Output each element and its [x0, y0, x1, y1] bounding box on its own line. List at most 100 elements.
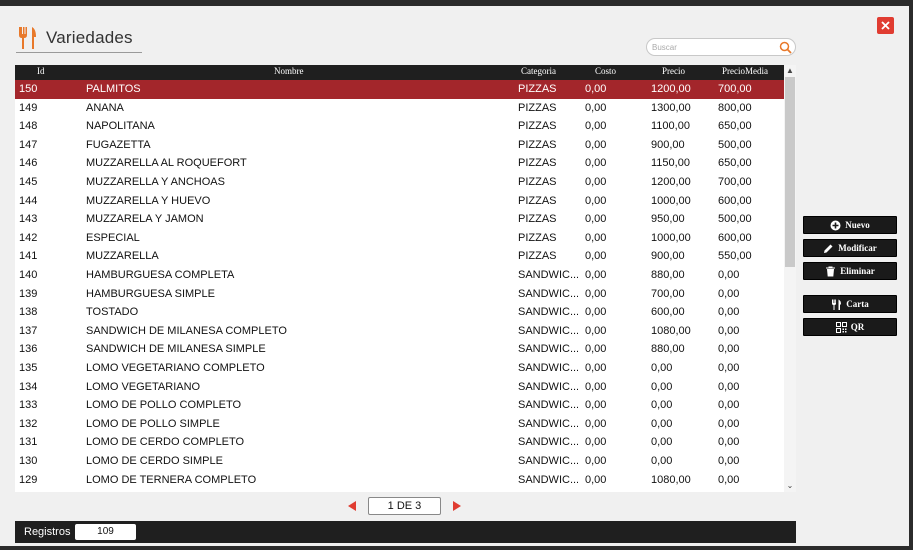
row-costo: 0,00 [585, 324, 607, 337]
table-row[interactable]: 138 TOSTADO SANDWIC... 0,00 600,00 0,00 [15, 303, 784, 322]
row-preciomedia: 650,00 [718, 157, 752, 170]
row-preciomedia: 650,00 [718, 120, 752, 133]
table-row[interactable]: 144 MUZZARELLA Y HUEVO PIZZAS 0,00 1000,00 60… [15, 192, 784, 211]
table-row[interactable]: 147 FUGAZETTA PIZZAS 0,00 900,00 500,00 [15, 136, 784, 155]
column-header-precio[interactable]: Precio [662, 66, 685, 76]
scroll-up-icon[interactable]: ▲ [784, 66, 796, 76]
row-categoria: SANDWIC... [518, 473, 578, 486]
table-row[interactable]: 137 SANDWICH DE MILANESA COMPLETO SANDWIC.… [15, 322, 784, 341]
table-row[interactable]: 150 PALMITOS PIZZAS 0,00 1200,00 700,00 [15, 80, 784, 99]
row-categoria: PIZZAS [518, 176, 557, 188]
scrollbar-thumb[interactable] [785, 77, 795, 267]
row-preciomedia: 0,00 [718, 343, 740, 356]
row-precio: 1200,00 [651, 83, 691, 95]
table-row[interactable]: 134 LOMO VEGETARIANO SANDWIC... 0,00 0,00 0,0… [15, 378, 784, 397]
table-row[interactable]: 148 NAPOLITANA PIZZAS 0,00 1100,00 650,00 [15, 117, 784, 136]
column-header-id[interactable]: Id [37, 66, 45, 76]
table-row[interactable]: 140 HAMBURGUESA COMPLETA SANDWIC... 0,00 880… [15, 266, 784, 285]
table-row[interactable]: 139 HAMBURGUESA SIMPLE SANDWIC... 0,00 700,0… [15, 285, 784, 304]
row-precio: 900,00 [651, 138, 685, 151]
trash-icon [826, 266, 836, 276]
table-row[interactable]: 132 LOMO DE POLLO SIMPLE SANDWIC... 0,00 0,0… [15, 415, 784, 434]
row-precio: 0,00 [651, 399, 673, 412]
registros-label: Registros [24, 526, 71, 538]
row-id: 139 [19, 287, 38, 300]
row-precio: 600,00 [651, 306, 685, 319]
modificar-label: Modificar [838, 243, 877, 253]
row-categoria: SANDWIC... [518, 324, 578, 337]
table-row[interactable]: 143 MUZZARELA Y JAMON PIZZAS 0,00 950,00 500,… [15, 210, 784, 229]
row-nombre: LOMO DE TERNERA COMPLETO [86, 473, 257, 486]
row-costo: 0,00 [585, 176, 607, 188]
page-indicator: 1 DE 3 [368, 497, 441, 515]
table-row[interactable]: 146 MUZZARELLA AL ROQUEFORT PIZZAS 0,00 1150… [15, 154, 784, 173]
plus-circle-icon [830, 220, 841, 230]
row-preciomedia: 0,00 [718, 362, 740, 374]
table-row[interactable]: 133 LOMO DE POLLO COMPLETO SANDWIC... 0,00 0… [15, 396, 784, 415]
table-row[interactable]: 136 SANDWICH DE MILANESA SIMPLE SANDWIC...… [15, 340, 784, 359]
row-categoria: SANDWIC... [518, 306, 578, 319]
table-row[interactable]: 131 LOMO DE CERDO COMPLETO SANDWIC... 0,00 0… [15, 433, 784, 452]
row-nombre: LOMO DE POLLO SIMPLE [86, 417, 220, 430]
vertical-scrollbar[interactable]: ▲ ⌄ [784, 65, 796, 492]
row-nombre: MUZZARELLA AL ROQUEFORT [86, 157, 247, 170]
row-id: 148 [19, 120, 38, 133]
row-categoria: PIZZAS [518, 120, 557, 133]
table-row[interactable]: 141 MUZZARELLA PIZZAS 0,00 900,00 550,00 [15, 247, 784, 266]
row-categoria: PIZZAS [518, 194, 557, 207]
row-categoria: PIZZAS [518, 157, 557, 170]
row-costo: 0,00 [585, 343, 607, 356]
row-costo: 0,00 [585, 380, 607, 393]
prev-page-icon[interactable] [346, 500, 358, 512]
carta-button[interactable]: Carta [803, 295, 897, 313]
dialog-header: Variedades [16, 24, 142, 53]
column-header-categoria[interactable]: Categoria [521, 66, 556, 76]
row-nombre: HAMBURGUESA SIMPLE [86, 287, 215, 300]
carta-label: Carta [846, 299, 869, 309]
row-preciomedia: 0,00 [718, 269, 740, 281]
nuevo-label: Nuevo [845, 220, 870, 230]
column-header-costo[interactable]: Costo [595, 66, 616, 76]
row-nombre: LOMO VEGETARIANO [86, 380, 201, 393]
status-bar: Registros 109 [15, 521, 796, 543]
row-id: 146 [19, 157, 38, 170]
row-precio: 1150,00 [651, 157, 690, 170]
search-box[interactable] [646, 38, 796, 56]
qr-button[interactable]: QR [803, 318, 897, 336]
row-preciomedia: 600,00 [718, 231, 752, 244]
row-preciomedia: 0,00 [718, 306, 740, 319]
search-icon[interactable] [779, 41, 792, 54]
search-input[interactable] [652, 40, 777, 54]
row-categoria: SANDWIC... [518, 362, 578, 374]
table-row[interactable]: 135 LOMO VEGETARIANO COMPLETO SANDWIC... 0,… [15, 359, 784, 378]
row-costo: 0,00 [585, 287, 607, 300]
pencil-icon [824, 244, 833, 253]
table-row[interactable]: 130 LOMO DE CERDO SIMPLE SANDWIC... 0,00 0,0… [15, 452, 784, 471]
table-row[interactable]: 142 ESPECIAL PIZZAS 0,00 1000,00 600,00 [15, 229, 784, 248]
eliminar-button[interactable]: Eliminar [803, 262, 897, 280]
column-header-nombre[interactable]: Nombre [274, 66, 304, 76]
row-precio: 950,00 [651, 213, 685, 226]
table-row[interactable]: 149 ANANA PIZZAS 0,00 1300,00 800,00 [15, 99, 784, 118]
row-preciomedia: 0,00 [718, 380, 740, 393]
column-header-preciomedia[interactable]: PrecioMedia [722, 66, 768, 76]
row-nombre: LOMO DE POLLO COMPLETO [86, 399, 242, 412]
next-page-icon[interactable] [451, 500, 463, 512]
row-categoria: PIZZAS [518, 138, 557, 151]
row-preciomedia: 700,00 [718, 176, 752, 188]
row-id: 150 [19, 83, 38, 95]
row-categoria: SANDWIC... [518, 380, 578, 393]
nuevo-button[interactable]: Nuevo [803, 216, 897, 234]
row-costo: 0,00 [585, 473, 607, 486]
close-button[interactable] [877, 17, 894, 34]
row-precio: 1100,00 [651, 120, 690, 133]
row-id: 145 [19, 176, 38, 188]
cutlery-icon [832, 299, 842, 310]
row-costo: 0,00 [585, 399, 607, 412]
row-precio: 1080,00 [651, 324, 691, 337]
cutlery-icon [19, 27, 36, 49]
table-row[interactable]: 129 LOMO DE TERNERA COMPLETO SANDWIC... 0,0… [15, 471, 784, 490]
table-row[interactable]: 145 MUZZARELLA Y ANCHOAS PIZZAS 0,00 1200,00… [15, 173, 784, 192]
scroll-down-icon[interactable]: ⌄ [784, 481, 796, 491]
modificar-button[interactable]: Modificar [803, 239, 897, 257]
